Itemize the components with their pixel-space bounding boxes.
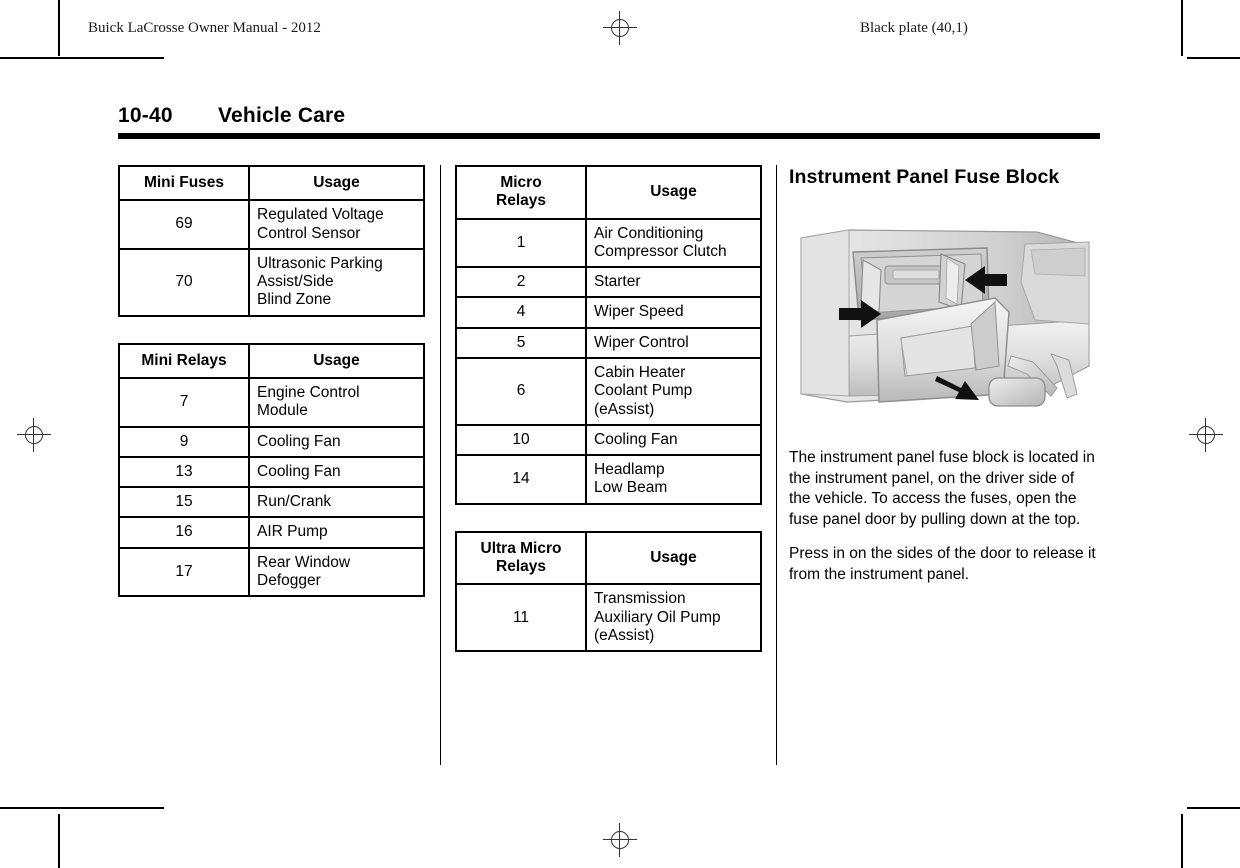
crop-mark-top-right-horizontal [1187, 57, 1240, 59]
table-row: 2 Starter [455, 266, 762, 299]
cell-usage: Air Conditioning Compressor Clutch [585, 217, 762, 269]
table-row: 5 Wiper Control [455, 326, 762, 359]
table-row: 13 Cooling Fan [118, 455, 425, 489]
cell-fuse-id: 70 [118, 247, 250, 317]
crop-mark-bottom-right-vertical [1181, 814, 1183, 868]
registration-mark-left [17, 418, 51, 452]
crop-mark-bottom-right-horizontal [1187, 807, 1240, 809]
instrument-panel-fuse-block-illustration [789, 216, 1100, 426]
body-paragraph-1: The instrument panel fuse block is locat… [789, 448, 1095, 528]
cell-usage: AIR Pump [248, 516, 425, 549]
cell-fuse-id: 15 [118, 486, 250, 519]
table-row: 4 Wiper Speed [455, 296, 762, 329]
table-row: 69 Regulated Voltage Control Sensor [118, 199, 425, 250]
running-head-right: Black plate (40,1) [860, 20, 968, 36]
cell-usage: Wiper Control [585, 326, 762, 359]
title-rule [118, 133, 1100, 139]
table-row: 17 Rear Window Defogger [118, 546, 425, 598]
table-mini-fuses: Mini Fuses Usage 69 Regulated Voltage Contro… [118, 164, 425, 317]
cell-fuse-id: 6 [455, 356, 587, 426]
cell-usage: Cabin Heater Coolant Pump (eAssist) [585, 356, 762, 426]
registration-mark-top [603, 11, 637, 45]
column-header-usage: Usage [248, 164, 425, 202]
cell-fuse-id: 2 [455, 266, 587, 299]
table-header-row: Micro Relays Usage [455, 165, 762, 220]
crop-mark-top-left-vertical [58, 0, 60, 56]
column-header-usage: Usage [248, 342, 425, 379]
table-header-row: Mini Relays Usage [118, 342, 425, 379]
column-header-id: Mini Relays [118, 342, 250, 379]
table-row: 10 Cooling Fan [455, 423, 762, 457]
cell-fuse-id: 5 [455, 326, 587, 359]
cell-fuse-id: 14 [455, 454, 587, 505]
cell-usage: Ultrasonic Parking Assist/Side Blind Zone [248, 247, 425, 317]
table-row: 6 Cabin Heater Coolant Pump (eAssist) [455, 356, 762, 426]
page-title: 10-40 Vehicle Care [118, 104, 1100, 139]
cell-usage: Cooling Fan [248, 425, 425, 458]
column-separator-rule-1 [440, 165, 441, 765]
table-row: 9 Cooling Fan [118, 425, 425, 458]
crop-mark-top-left-horizontal [0, 57, 164, 59]
cell-usage: Engine Control Module [248, 376, 425, 428]
cell-usage: Regulated Voltage Control Sensor [248, 199, 425, 250]
running-head-left: Buick LaCrosse Owner Manual - 2012 [88, 20, 321, 36]
cell-usage: Cooling Fan [585, 423, 762, 457]
table-mini-relays: Mini Relays Usage 7 Engine Control Module 9 Co… [118, 342, 425, 598]
cell-fuse-id: 16 [118, 516, 250, 549]
cell-fuse-id: 7 [118, 376, 250, 428]
registration-mark-right [1189, 418, 1223, 452]
cell-fuse-id: 13 [118, 455, 250, 489]
table-row: 70 Ultrasonic Parking Assist/Side Blind Zon… [118, 247, 425, 317]
column-header-usage: Usage [585, 530, 762, 586]
cell-fuse-id: 10 [455, 423, 587, 457]
crop-mark-top-right-vertical [1181, 0, 1183, 56]
section-heading-instrument-panel-fuse-block: Instrument Panel Fuse Block [789, 166, 1060, 188]
page-number: 10-40 [118, 104, 173, 127]
table-row: 15 Run/Crank [118, 486, 425, 519]
cell-usage: Starter [585, 266, 762, 299]
table-row: 11 Transmission Auxiliary Oil Pump (eAssist… [455, 583, 762, 653]
registration-mark-bottom [603, 823, 637, 857]
table-micro-relays: Micro Relays Usage 1 Air Conditioning Compres… [455, 165, 762, 505]
cell-usage: Rear Window Defogger [248, 546, 425, 598]
table-row: 7 Engine Control Module [118, 376, 425, 428]
cell-usage: Headlamp Low Beam [585, 454, 762, 505]
cell-usage: Wiper Speed [585, 296, 762, 329]
column-1: Mini Fuses Usage 69 Regulated Voltage Contro… [118, 164, 425, 623]
cell-fuse-id: 1 [455, 217, 587, 269]
table-row: 1 Air Conditioning Compressor Clutch [455, 217, 762, 269]
table-ultra-micro-relays: Ultra Micro Relays Usage 11 Transmission Auxi… [455, 530, 762, 653]
cell-fuse-id: 9 [118, 425, 250, 458]
cell-usage: Run/Crank [248, 486, 425, 519]
cell-fuse-id: 69 [118, 199, 250, 250]
column-header-usage: Usage [585, 165, 762, 220]
cell-fuse-id: 4 [455, 296, 587, 329]
cell-usage: Transmission Auxiliary Oil Pump (eAssist) [585, 583, 762, 653]
column-separator-rule-2 [776, 165, 777, 765]
body-paragraph-2: Press in on the sides of the door to rel… [789, 545, 1096, 583]
cell-fuse-id: 17 [118, 546, 250, 598]
column-header-id: Ultra Micro Relays [455, 530, 587, 586]
column-header-id: Micro Relays [455, 165, 587, 220]
column-3: Instrument Panel Fuse Block The instrume… [789, 165, 1100, 600]
chapter-title: Vehicle Care [218, 104, 346, 127]
table-header-row: Ultra Micro Relays Usage [455, 530, 762, 586]
column-2: Micro Relays Usage 1 Air Conditioning Compres… [455, 165, 762, 678]
cell-fuse-id: 11 [455, 583, 587, 653]
column-header-id: Mini Fuses [118, 164, 250, 202]
table-header-row: Mini Fuses Usage [118, 164, 425, 202]
table-row: 16 AIR Pump [118, 516, 425, 549]
crop-mark-bottom-left-horizontal [0, 807, 164, 809]
crop-mark-bottom-left-vertical [58, 814, 60, 868]
cell-usage: Cooling Fan [248, 455, 425, 489]
table-row: 14 Headlamp Low Beam [455, 454, 762, 505]
